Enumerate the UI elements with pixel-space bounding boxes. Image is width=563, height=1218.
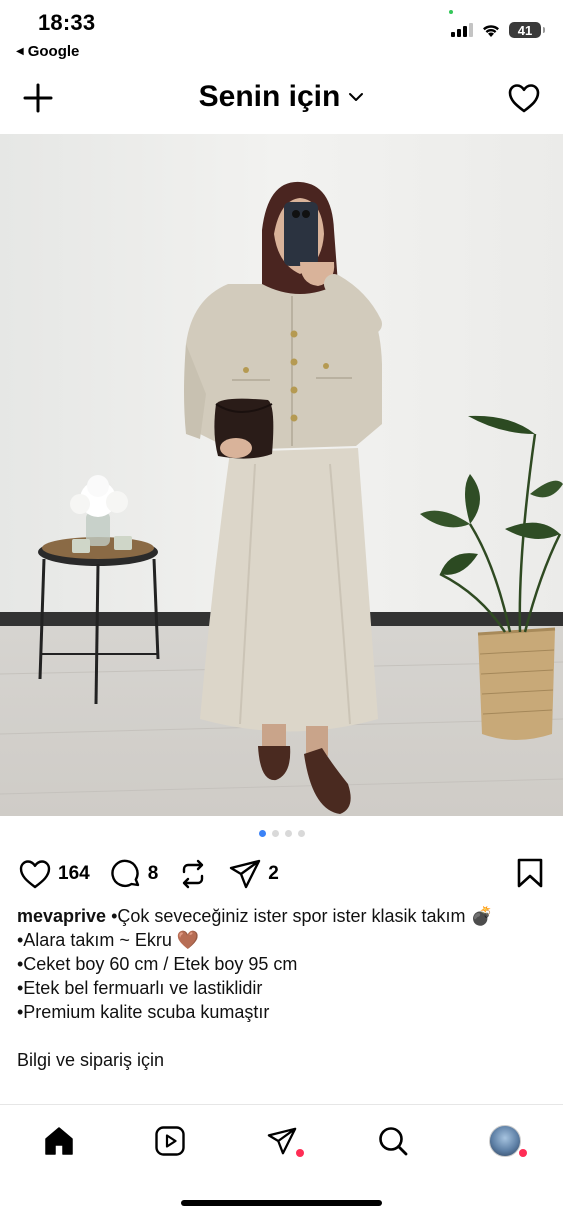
nav-search[interactable]: [375, 1123, 411, 1159]
privacy-indicator: [449, 10, 453, 14]
carousel-dot: [271, 830, 279, 837]
caption-line: •Premium kalite scuba kumaştır: [17, 1002, 270, 1022]
nav-messages[interactable]: [264, 1123, 304, 1159]
caption-line: •Alara takım ~ Ekru 🤎: [17, 930, 200, 950]
feed-selector[interactable]: Senin için: [0, 80, 563, 114]
nav-profile[interactable]: [487, 1123, 527, 1159]
carousel-dot-active: [258, 830, 266, 837]
status-bar: 18:33 ◀ Google 41: [0, 0, 563, 64]
send-icon: [230, 859, 261, 889]
like-button[interactable]: 164: [18, 858, 90, 890]
back-app-label: Google: [27, 43, 80, 60]
back-to-app-link[interactable]: ◀ Google: [16, 43, 79, 60]
post-image[interactable]: [0, 134, 563, 816]
reels-icon: [155, 1126, 185, 1156]
profile-notification-dot: [519, 1149, 527, 1157]
back-triangle-icon: ◀: [16, 46, 24, 57]
post-caption: mevaprive •Çok seveceğiniz ister spor is…: [17, 904, 547, 1072]
signal-icon: [451, 23, 473, 37]
chevron-down-icon: [349, 93, 364, 101]
notifications-heart-icon[interactable]: [507, 82, 541, 114]
caption-line: •Çok seveceğiniz ister spor ister klasik…: [111, 906, 493, 926]
post-username[interactable]: mevaprive: [17, 906, 106, 926]
post-actions: 164 8 2: [18, 852, 545, 896]
caption-line: •Etek bel fermuarlı ve lastiklidir: [17, 978, 263, 998]
system-icons: 41: [451, 22, 545, 38]
messages-notification-dot: [296, 1149, 304, 1157]
comment-button[interactable]: 8: [110, 858, 159, 890]
bottom-navigation: [0, 1104, 563, 1218]
like-count: 164: [58, 863, 90, 884]
comment-count: 8: [147, 863, 159, 884]
home-indicator: [181, 1200, 382, 1206]
carousel-dot: [297, 830, 305, 837]
carousel-indicator: [0, 830, 563, 837]
search-icon: [379, 1127, 408, 1156]
status-time: 18:33: [38, 10, 96, 35]
home-icon: [45, 1127, 73, 1155]
share-button[interactable]: 2: [228, 858, 279, 890]
heart-icon: [19, 860, 51, 889]
share-count: 2: [268, 863, 279, 884]
repost-icon: [183, 859, 204, 889]
repost-button[interactable]: [178, 858, 208, 890]
post-photo-illustration: [0, 134, 563, 816]
page-title: Senin için: [198, 80, 341, 113]
caption-line: Bilgi ve sipariş için: [17, 1050, 165, 1070]
carousel-dot: [284, 830, 292, 837]
bookmark-icon[interactable]: [517, 858, 543, 888]
feed-header: Senin için: [0, 64, 563, 134]
nav-home[interactable]: [41, 1123, 77, 1159]
battery-indicator: 41: [509, 22, 545, 38]
avatar: [489, 1125, 521, 1157]
nav-reels[interactable]: [152, 1123, 188, 1159]
comment-icon: [111, 859, 139, 887]
send-icon: [267, 1127, 297, 1155]
caption-line: •Ceket boy 60 cm / Etek boy 95 cm: [17, 954, 298, 974]
caption-container: mevaprive •Çok seveceğiniz ister spor is…: [0, 904, 563, 1104]
wifi-icon: [483, 24, 499, 37]
